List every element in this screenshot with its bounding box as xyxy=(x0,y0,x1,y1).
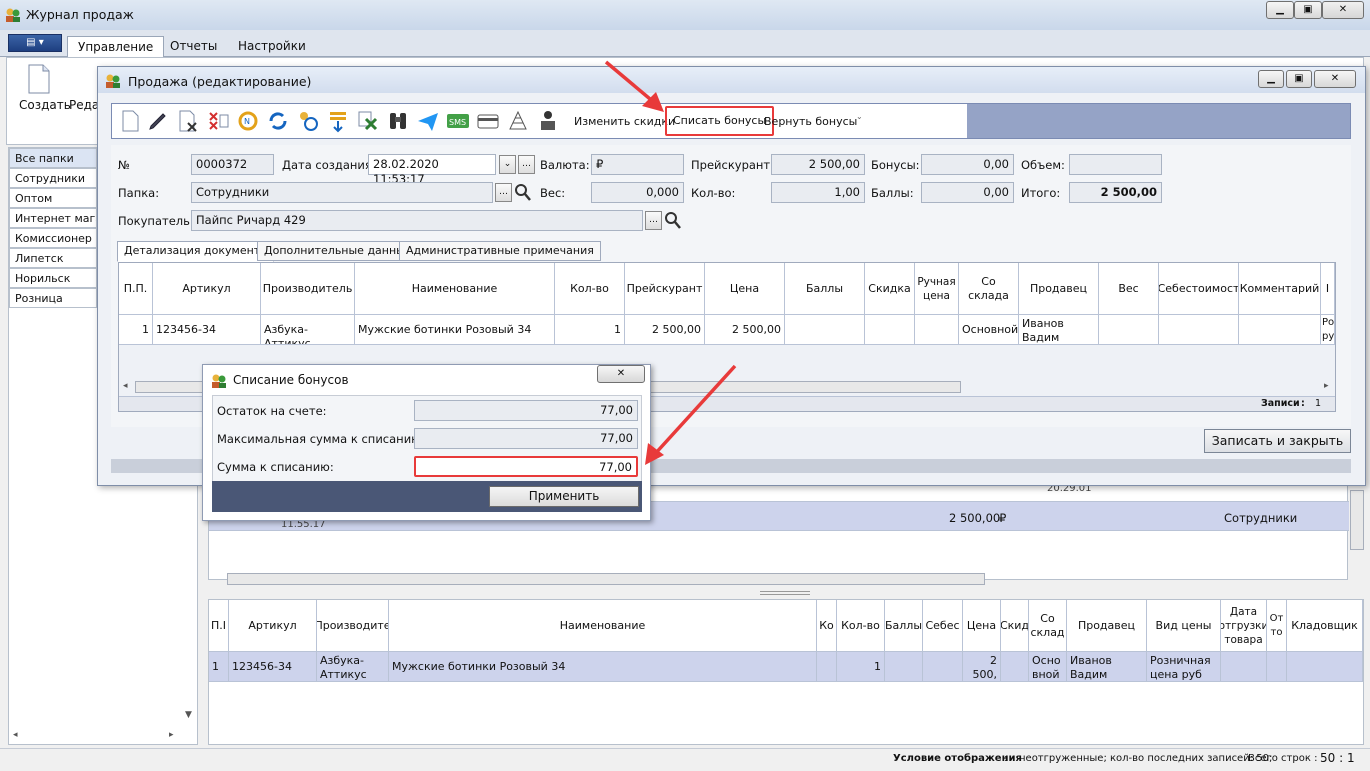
annotation-arrows xyxy=(604,60,737,465)
arrow-to-amount-field xyxy=(645,364,737,465)
arrow-to-writeoff-button xyxy=(604,60,664,112)
